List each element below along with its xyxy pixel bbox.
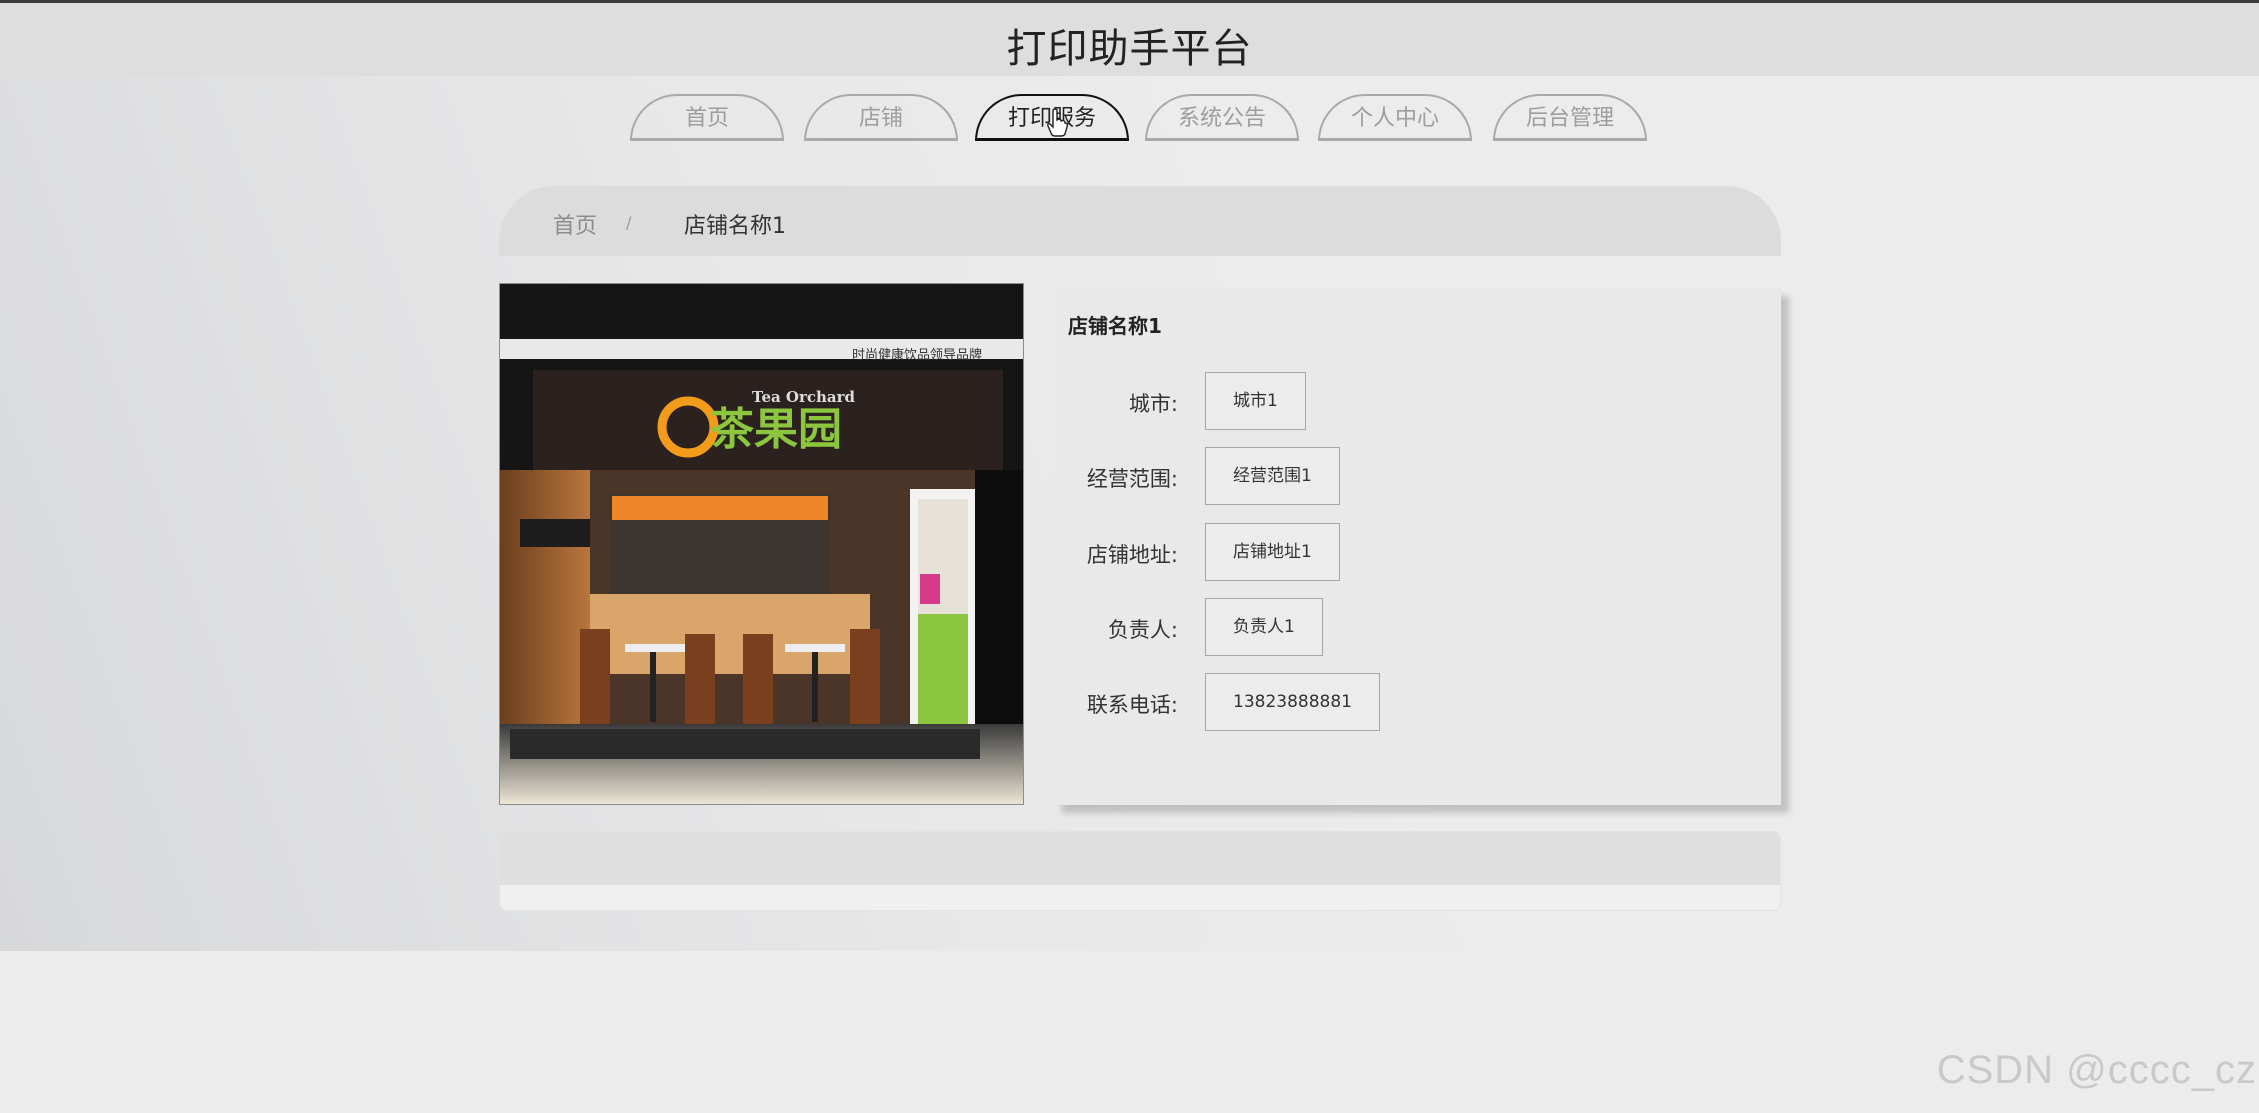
watermark: CSDN @cccc_cz (1936, 1048, 2257, 1092)
site-header: 打印助手平台 (0, 3, 2259, 76)
nav-home[interactable]: 首页 (630, 94, 784, 141)
store-name: 店铺名称1 (1068, 314, 1162, 338)
field-manager-label: 负责人: (1107, 618, 1178, 642)
store-info-panel: 店铺名称1 城市: 城市1 经营范围: 经营范围1 店铺地址: 店铺地址1 负责… (1054, 288, 1781, 805)
breadcrumb-home[interactable]: 首页 (553, 208, 597, 240)
store-photo-illustration: 时尚健康饮品领导品牌 Tea Orchard 茶果园 (500, 284, 1023, 804)
field-address: 店铺地址: 店铺地址1 (1054, 523, 1754, 583)
field-manager-value: 负责人1 (1205, 598, 1323, 656)
breadcrumb: 首页 / 店铺名称1 (499, 186, 1781, 256)
breadcrumb-current: 店铺名称1 (684, 214, 786, 239)
nav-announcements[interactable]: 系统公告 (1145, 94, 1299, 141)
field-manager: 负责人: 负责人1 (1054, 598, 1754, 658)
field-city-label: 城市: (1128, 392, 1178, 416)
photo-banner-text: 时尚健康饮品领导品牌 (852, 347, 982, 363)
detail-tabs-box (499, 831, 1781, 911)
detail-tabs-header (500, 832, 1780, 885)
nav-personal-center[interactable]: 个人中心 (1318, 94, 1472, 141)
nav-admin[interactable]: 后台管理 (1493, 94, 1647, 141)
hand-cursor-icon (1047, 108, 1068, 137)
field-scope: 经营范围: 经营范围1 (1054, 447, 1754, 507)
photo-logo-cn: 茶果园 (710, 404, 842, 455)
field-city: 城市: 城市1 (1054, 372, 1754, 432)
field-address-value: 店铺地址1 (1205, 523, 1340, 581)
field-scope-label: 经营范围: (1086, 467, 1178, 491)
field-address-label: 店铺地址: (1086, 543, 1178, 567)
site-title: 打印助手平台 (1006, 26, 1253, 72)
breadcrumb-separator: / (626, 213, 632, 232)
field-phone-value: 13823888881 (1205, 673, 1380, 731)
field-city-value: 城市1 (1205, 372, 1306, 430)
nav-stores[interactable]: 店铺 (804, 94, 958, 141)
field-phone: 联系电话: 13823888881 (1054, 673, 1754, 733)
store-photo: 时尚健康饮品领导品牌 Tea Orchard 茶果园 (499, 283, 1024, 805)
field-phone-label: 联系电话: (1086, 693, 1178, 717)
field-scope-value: 经营范围1 (1205, 447, 1340, 505)
